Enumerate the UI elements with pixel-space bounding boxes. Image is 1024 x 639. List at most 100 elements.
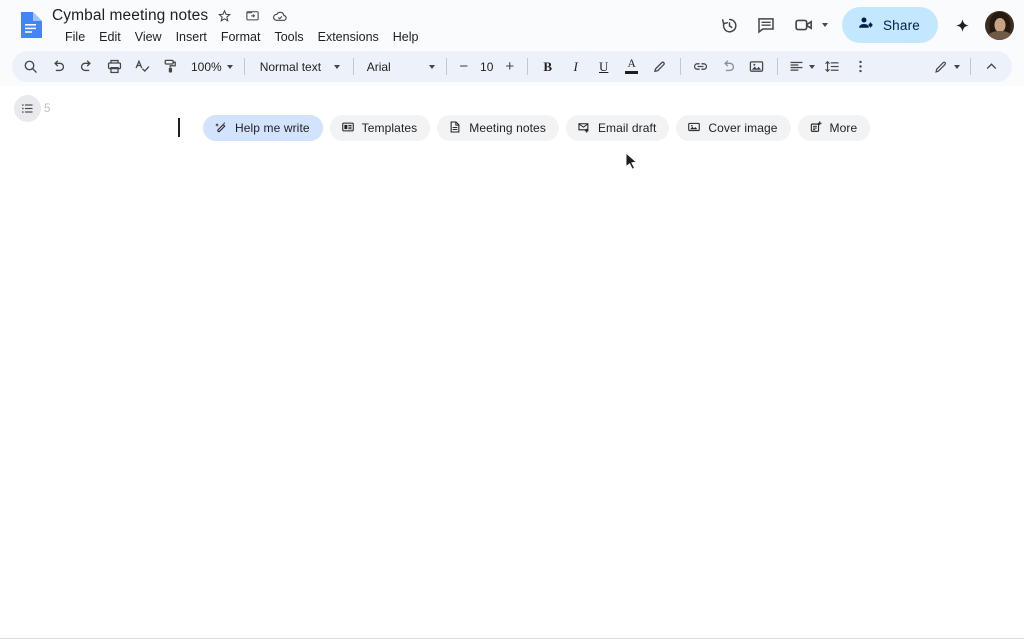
document-outline-control: 5 (14, 95, 50, 122)
search-icon[interactable] (17, 54, 43, 80)
font-size-decrease-button[interactable]: − (453, 56, 475, 78)
chevron-down-icon (429, 65, 435, 69)
spellcheck-icon[interactable] (129, 54, 155, 80)
paragraph-style-dropdown[interactable]: Normal text (252, 54, 346, 80)
share-label: Share (883, 18, 920, 33)
pencil-icon (933, 59, 949, 75)
outline-count: 5 (44, 103, 50, 115)
google-docs-icon[interactable] (18, 12, 42, 38)
chip-label: Meeting notes (469, 122, 546, 134)
font-size-value[interactable]: 10 (475, 60, 499, 74)
toolbar-divider (527, 58, 528, 75)
templates-icon (341, 120, 355, 137)
building-blocks-chip-row: Help me write Templates (203, 115, 870, 141)
document-icon (448, 120, 462, 137)
text-caret (178, 118, 180, 137)
chevron-down-icon (334, 65, 340, 69)
formatting-toolbar: 100% Normal text Arial − 10 + B I U A (12, 51, 1012, 82)
menu-item-tools[interactable]: Tools (267, 27, 310, 48)
toolbar-divider (777, 58, 778, 75)
font-family-value: Arial (367, 60, 391, 74)
align-left-icon[interactable] (785, 54, 818, 80)
video-call-icon[interactable] (787, 8, 821, 42)
title-and-menu: Cymbal meeting notes (52, 5, 426, 48)
chip-label: Help me write (235, 122, 310, 134)
text-color-button[interactable]: A (619, 54, 645, 80)
outline-list-icon[interactable] (14, 95, 41, 122)
editing-mode-button[interactable] (930, 54, 963, 80)
text-color-swatch (625, 71, 638, 74)
paint-format-icon[interactable] (157, 54, 183, 80)
chip-email-draft[interactable]: Email draft (566, 115, 669, 141)
avatar-body (988, 31, 1012, 40)
email-draft-icon (577, 120, 591, 137)
zoom-level-value: 100% (191, 60, 222, 74)
redo-icon[interactable] (73, 54, 99, 80)
menu-item-format[interactable]: Format (214, 27, 268, 48)
google-docs-window: Cymbal meeting notes (0, 0, 1024, 639)
chevron-down-icon (954, 65, 960, 69)
app-header: Cymbal meeting notes (0, 0, 1024, 48)
toolbar-divider (244, 58, 245, 75)
font-size-stepper: − 10 + (453, 56, 521, 78)
font-family-dropdown[interactable]: Arial (361, 54, 439, 80)
insert-link-icon[interactable] (688, 54, 714, 80)
cover-image-icon (687, 120, 701, 137)
mouse-pointer (625, 152, 639, 177)
zoom-level-dropdown[interactable]: 100% (185, 54, 237, 80)
gemini-sparkle-icon[interactable] (946, 9, 978, 41)
user-avatar[interactable] (985, 11, 1014, 40)
chip-label: Templates (362, 122, 418, 134)
insert-image-icon[interactable] (744, 54, 770, 80)
more-building-blocks-icon (809, 120, 823, 137)
menu-item-extensions[interactable]: Extensions (311, 27, 386, 48)
menu-bar: File Edit View Insert Format Tools Exten… (58, 27, 426, 48)
toolbar-divider (446, 58, 447, 75)
chip-cover-image[interactable]: Cover image (676, 115, 790, 141)
magic-pencil-icon (214, 120, 228, 137)
line-spacing-icon[interactable] (820, 54, 846, 80)
avatar-face (994, 18, 1005, 32)
cloud-saved-icon[interactable] (268, 4, 292, 28)
chip-meeting-notes[interactable]: Meeting notes (437, 115, 559, 141)
menu-item-edit[interactable]: Edit (92, 27, 128, 48)
menu-item-insert[interactable]: Insert (169, 27, 214, 48)
menu-item-help[interactable]: Help (386, 27, 426, 48)
version-history-icon[interactable] (713, 8, 747, 42)
font-size-increase-button[interactable]: + (499, 56, 521, 78)
video-call-button[interactable] (785, 8, 830, 42)
print-icon[interactable] (101, 54, 127, 80)
menu-item-view[interactable]: View (128, 27, 169, 48)
person-add-icon (857, 14, 875, 37)
header-actions: Share (713, 5, 1014, 45)
chip-label: More (830, 122, 858, 134)
toolbar-divider (353, 58, 354, 75)
menu-item-file[interactable]: File (58, 27, 92, 48)
chip-label: Email draft (598, 122, 656, 134)
star-icon[interactable] (212, 4, 236, 28)
share-button[interactable]: Share (842, 7, 938, 43)
highlight-pen-icon[interactable] (647, 54, 673, 80)
comment-icon[interactable] (749, 8, 783, 42)
chevron-down-icon (809, 65, 815, 69)
toolbar-divider (680, 58, 681, 75)
bold-button[interactable]: B (535, 54, 561, 80)
chip-help-me-write[interactable]: Help me write (203, 115, 323, 141)
undo-icon[interactable] (45, 54, 71, 80)
chevron-up-icon[interactable] (978, 54, 1004, 80)
add-comment-icon[interactable] (716, 54, 742, 80)
chip-templates[interactable]: Templates (330, 115, 431, 141)
more-vert-icon[interactable] (848, 54, 874, 80)
text-color-label: A (628, 59, 636, 70)
document-page[interactable] (0, 86, 1024, 639)
underline-button[interactable]: U (591, 54, 617, 80)
toolbar-divider (970, 58, 971, 75)
chip-more[interactable]: More (798, 115, 871, 141)
paragraph-style-value: Normal text (260, 60, 321, 74)
page-title[interactable]: Cymbal meeting notes (52, 6, 208, 26)
chevron-down-icon[interactable] (822, 23, 828, 27)
chip-label: Cover image (708, 122, 777, 134)
italic-button[interactable]: I (563, 54, 589, 80)
move-to-folder-icon[interactable] (240, 4, 264, 28)
chevron-down-icon (227, 65, 233, 69)
